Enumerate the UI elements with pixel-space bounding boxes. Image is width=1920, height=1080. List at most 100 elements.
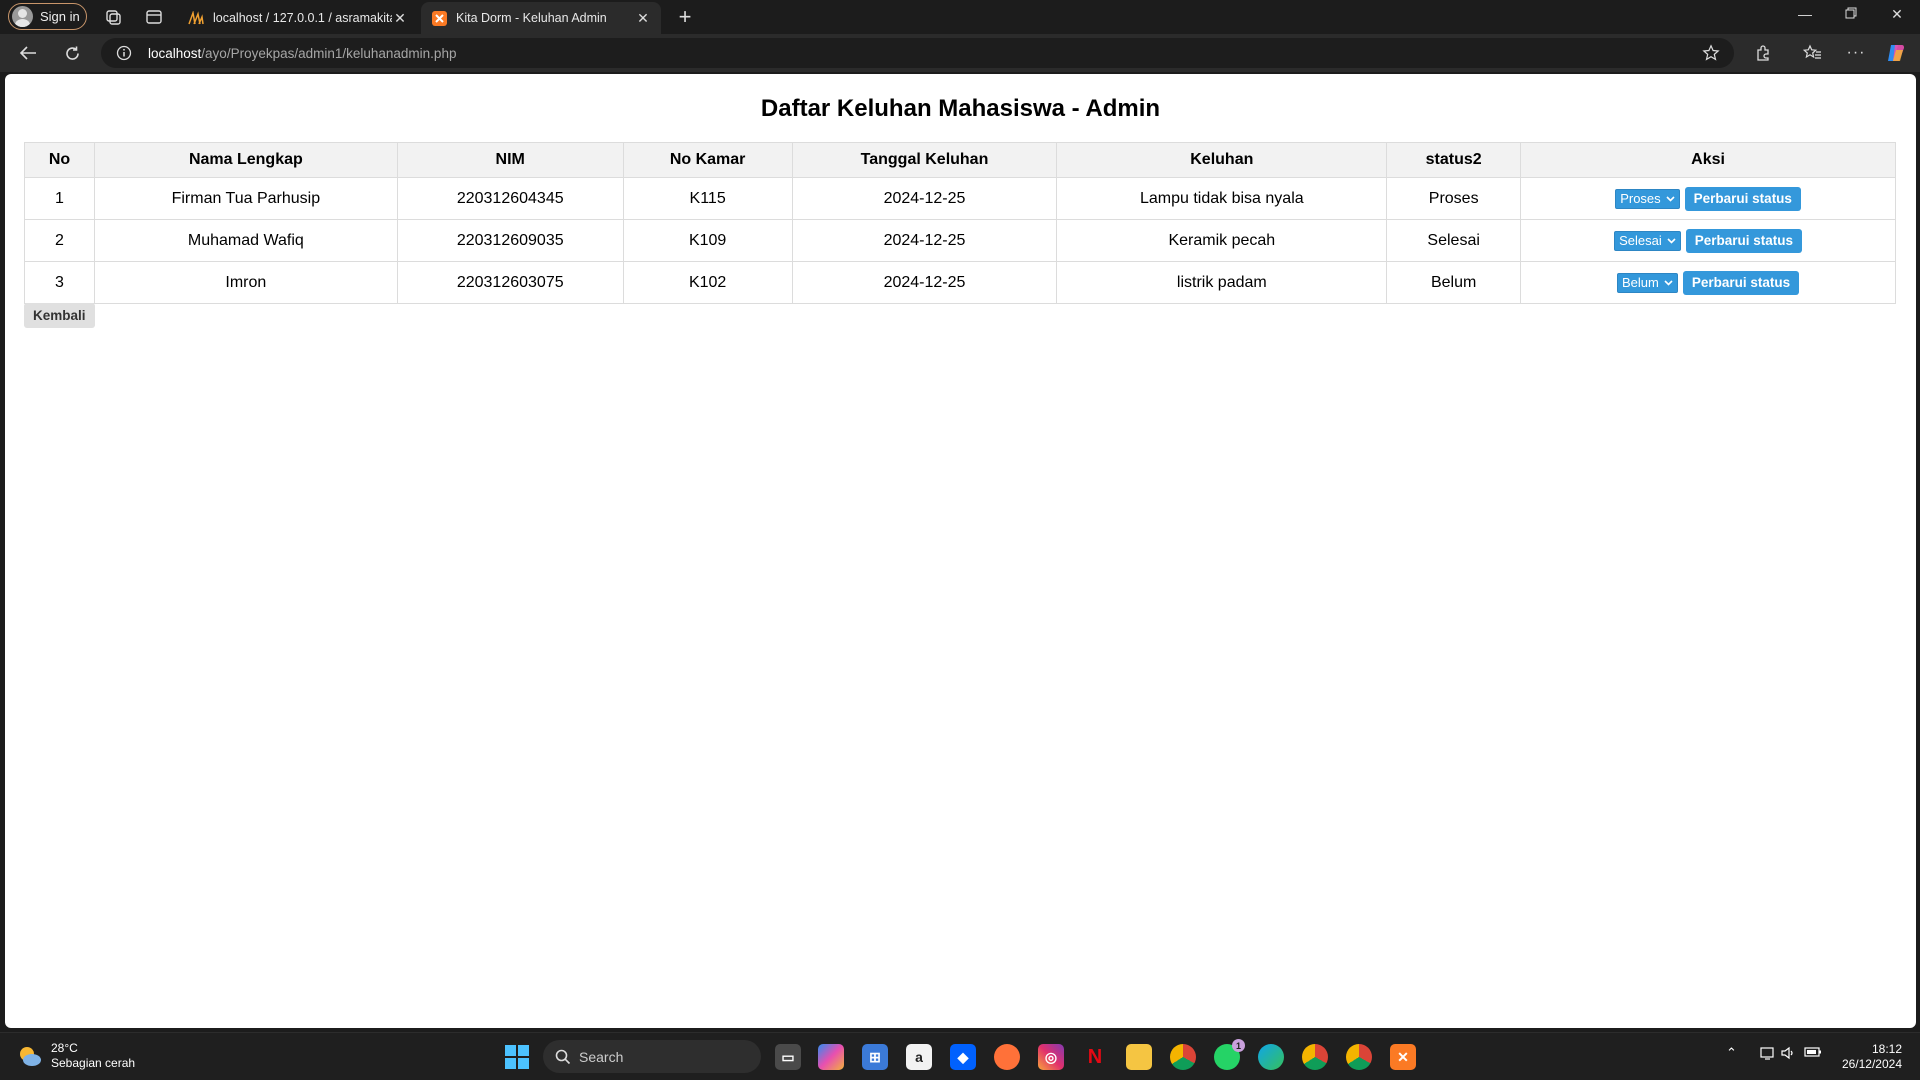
col-header-tanggal: Tanggal Keluhan	[791, 142, 1058, 178]
folder-icon[interactable]	[1126, 1044, 1152, 1070]
close-window-icon[interactable]: ✕	[1887, 6, 1907, 23]
refresh-icon[interactable]	[61, 42, 83, 64]
cell-status: Proses	[1386, 177, 1522, 220]
tab-actions-icon[interactable]	[142, 5, 166, 29]
cell-tanggal: 2024-12-25	[791, 219, 1058, 262]
search-label: Search	[579, 1048, 624, 1065]
signin-button[interactable]: Sign in	[8, 3, 87, 30]
close-tab-icon[interactable]: ✕	[635, 10, 651, 27]
network-icon[interactable]	[1760, 1045, 1776, 1066]
site-info-icon[interactable]	[116, 45, 132, 66]
chevron-down-icon	[1666, 195, 1675, 202]
file-explorer-icon[interactable]: ▭	[775, 1044, 801, 1070]
col-header-status: status2	[1386, 142, 1522, 178]
cell-aksi: Proses Perbarui status	[1520, 177, 1896, 220]
tab-kita-dorm[interactable]: Kita Dorm - Keluhan Admin ✕	[421, 2, 661, 34]
status-select[interactable]: Selesai	[1614, 230, 1681, 251]
table-row: 3 Imron 220312603075 K102 2024-12-25 lis…	[24, 261, 1896, 304]
copilot-icon[interactable]	[1885, 42, 1907, 64]
status-select-value: Selesai	[1619, 233, 1662, 248]
page-viewport: Daftar Keluhan Mahasiswa - Admin No Nama…	[5, 74, 1916, 1028]
firefox-icon[interactable]	[994, 1044, 1020, 1070]
col-header-kamar: No Kamar	[622, 142, 793, 178]
cell-kamar: K115	[622, 177, 793, 220]
chrome-icon[interactable]	[1346, 1044, 1372, 1070]
status-select-value: Proses	[1620, 191, 1661, 206]
extensions-icon[interactable]	[1752, 42, 1774, 64]
cell-status: Selesai	[1386, 219, 1522, 262]
tab-phpmyadmin[interactable]: localhost / 127.0.0.1 / asramakita ✕	[178, 2, 418, 34]
cell-no: 2	[24, 219, 95, 262]
cell-aksi: Selesai Perbarui status	[1520, 219, 1896, 262]
table-row: 1 Firman Tua Parhusip 220312604345 K115 …	[24, 177, 1896, 220]
minimize-icon[interactable]: —	[1795, 6, 1815, 22]
cell-nama: Firman Tua Parhusip	[93, 177, 398, 220]
status-select[interactable]: Proses	[1615, 188, 1680, 209]
amazon-icon[interactable]: a	[906, 1044, 932, 1070]
chevron-down-icon	[1664, 279, 1673, 286]
cell-nim: 220312604345	[396, 177, 624, 220]
chevron-down-icon	[1667, 237, 1676, 244]
phpmyadmin-icon	[188, 10, 204, 26]
store-icon[interactable]: ⊞	[862, 1044, 888, 1070]
table-header-row: No Nama Lengkap NIM No Kamar Tanggal Kel…	[24, 142, 1896, 178]
update-status-button[interactable]: Perbarui status	[1685, 228, 1803, 253]
battery-icon[interactable]	[1804, 1045, 1822, 1064]
netflix-icon[interactable]: N	[1082, 1044, 1108, 1070]
restore-icon[interactable]	[1841, 6, 1861, 22]
copilot-icon[interactable]	[818, 1044, 844, 1070]
cell-aksi: Belum Perbarui status	[1520, 261, 1896, 304]
more-menu-icon[interactable]: ···	[1845, 42, 1867, 64]
system-clock[interactable]: 18:12 26/12/2024	[1838, 1042, 1902, 1072]
cell-nim: 220312603075	[396, 261, 624, 304]
search-icon	[555, 1049, 571, 1064]
favorite-star-icon[interactable]	[1702, 44, 1720, 67]
chrome-icon[interactable]	[1170, 1044, 1196, 1070]
dropbox-icon[interactable]: ◆	[950, 1044, 976, 1070]
cell-keluhan: Lampu tidak bisa nyala	[1056, 177, 1388, 220]
url-host: localhost	[148, 46, 202, 61]
status-select[interactable]: Belum	[1616, 272, 1678, 293]
back-button[interactable]: Kembali	[24, 303, 95, 328]
cell-keluhan: listrik padam	[1056, 261, 1388, 304]
instagram-icon[interactable]: ◎	[1038, 1044, 1064, 1070]
close-tab-icon[interactable]: ✕	[392, 10, 408, 27]
cell-nama: Muhamad Wafiq	[93, 219, 398, 262]
cell-no: 1	[24, 177, 95, 220]
back-arrow-icon[interactable]	[17, 42, 39, 64]
profile-avatar-icon	[12, 6, 33, 27]
xampp-icon[interactable]: ✕	[1390, 1044, 1416, 1070]
cell-kamar: K109	[622, 219, 793, 262]
cell-nama: Imron	[93, 261, 398, 304]
update-status-button[interactable]: Perbarui status	[1684, 186, 1801, 211]
edge-icon[interactable]	[1258, 1044, 1284, 1070]
show-hidden-icons-chevron-icon[interactable]: ⌃	[1726, 1045, 1737, 1061]
new-tab-button[interactable]: +	[672, 4, 698, 30]
weather-widget[interactable]: 28°C Sebagian cerah	[17, 1041, 135, 1071]
update-status-button[interactable]: Perbarui status	[1682, 270, 1800, 295]
status-select-value: Belum	[1621, 275, 1659, 290]
start-button[interactable]	[505, 1045, 529, 1069]
taskbar-search[interactable]: Search	[543, 1040, 761, 1073]
cell-keluhan: Keramik pecah	[1056, 219, 1388, 262]
cell-kamar: K102	[622, 261, 793, 304]
workspaces-icon[interactable]	[101, 5, 125, 29]
browser-titlebar: Sign in localhost / 127.0.0.1 / asramaki…	[0, 0, 1920, 34]
signin-label: Sign in	[40, 9, 80, 24]
whatsapp-icon[interactable]: 1	[1214, 1039, 1245, 1070]
volume-icon[interactable]	[1780, 1045, 1796, 1066]
partly-sunny-icon	[20, 1047, 41, 1066]
cell-status: Belum	[1386, 261, 1522, 304]
browser-navbar: localhost/ayo/Proyekpas/admin1/keluhanad…	[0, 34, 1920, 72]
favorites-icon[interactable]	[1801, 42, 1823, 64]
chrome-icon[interactable]	[1302, 1044, 1328, 1070]
url-text: localhost/ayo/Proyekpas/admin1/keluhanad…	[148, 46, 456, 61]
col-header-aksi: Aksi	[1520, 142, 1896, 178]
col-header-no: No	[24, 142, 95, 178]
weather-description: Sebagian cerah	[51, 1056, 136, 1070]
url-path: /ayo/Proyekpas/admin1/keluhanadmin.php	[201, 46, 457, 61]
address-bar[interactable]: localhost/ayo/Proyekpas/admin1/keluhanad…	[101, 38, 1734, 68]
cell-tanggal: 2024-12-25	[791, 177, 1058, 220]
tab-title: Kita Dorm - Keluhan Admin	[456, 11, 607, 25]
col-header-nim: NIM	[396, 142, 624, 178]
